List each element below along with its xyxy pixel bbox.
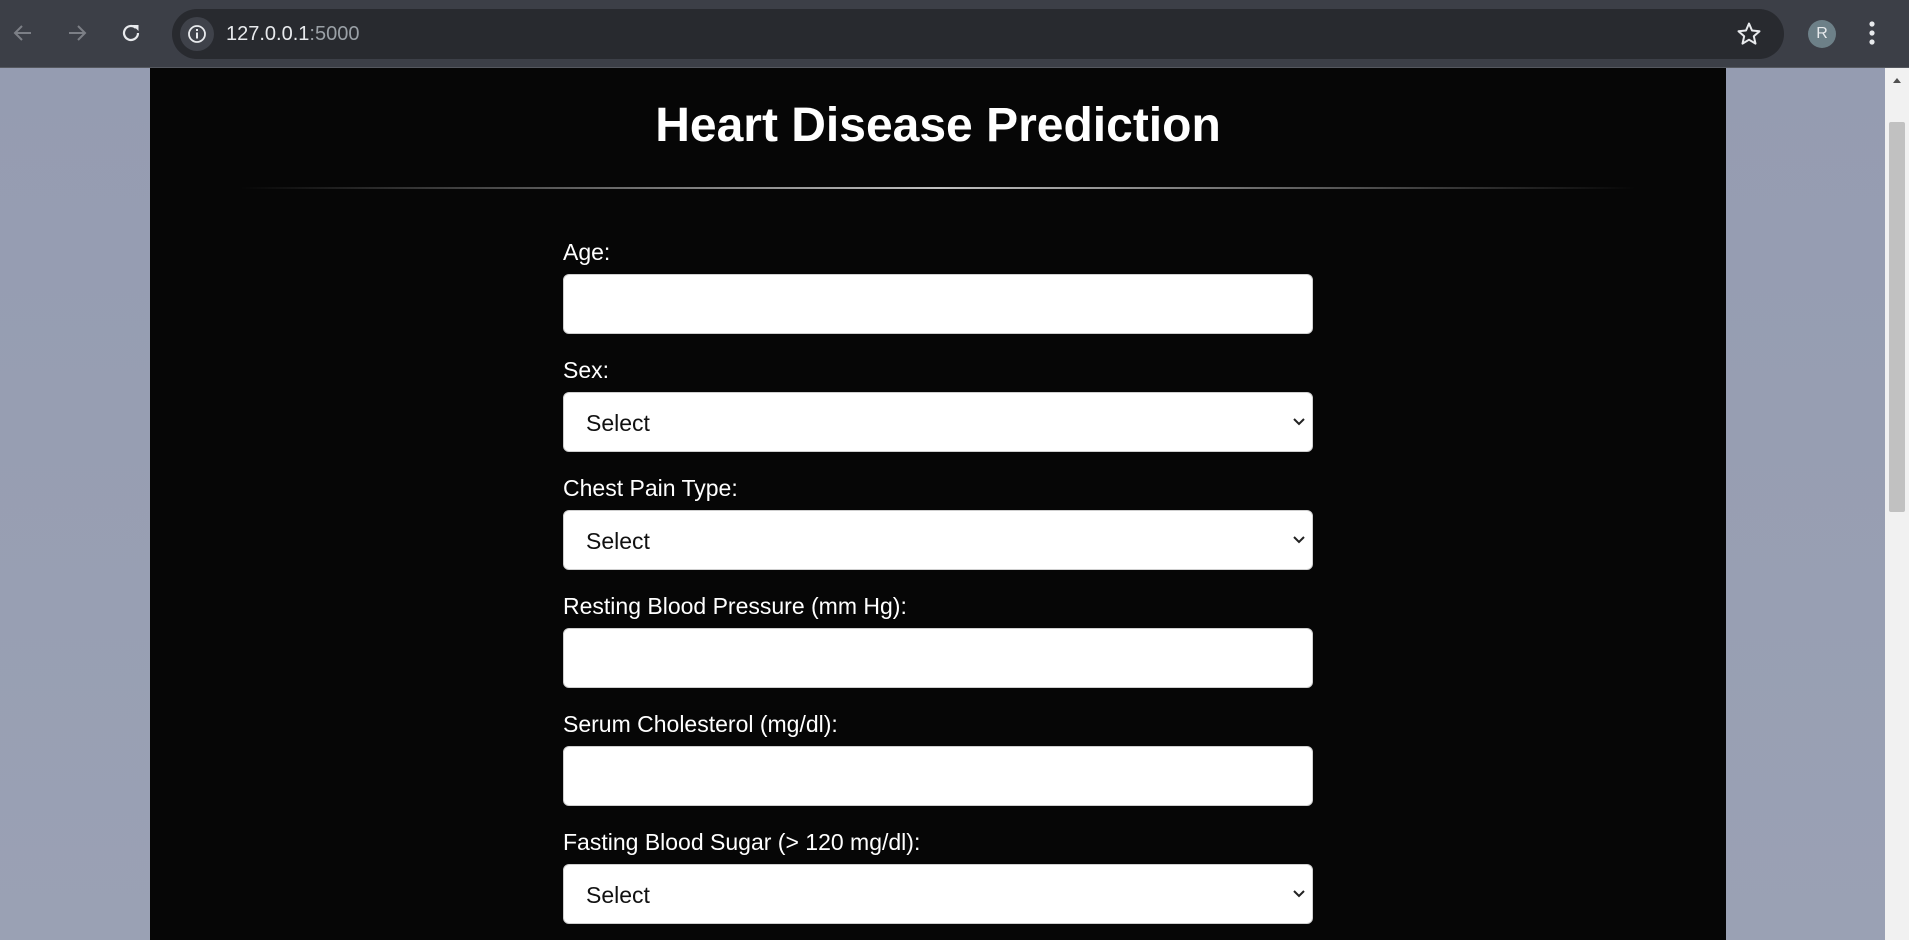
chest-pain-type-select-value: Select — [586, 528, 650, 554]
prediction-form: Age: Sex: Select Chest Pain Type: Select — [563, 238, 1313, 940]
field-fasting-blood-sugar: Fasting Blood Sugar (> 120 mg/dl): Selec… — [563, 828, 1313, 924]
chest-pain-type-label: Chest Pain Type: — [563, 475, 738, 501]
field-sex: Sex: Select — [563, 356, 1313, 452]
reload-icon — [122, 24, 140, 42]
resting-blood-pressure-label: Resting Blood Pressure (mm Hg): — [563, 593, 907, 619]
star-icon[interactable] — [1736, 21, 1762, 52]
serum-cholesterol-input[interactable] — [563, 746, 1313, 806]
scroll-up-arrow-icon — [1893, 78, 1901, 83]
field-age: Age: — [563, 238, 1313, 334]
age-label: Age: — [563, 239, 611, 265]
chevron-down-icon — [1293, 418, 1305, 426]
kebab-menu-icon[interactable] — [1866, 18, 1878, 53]
fasting-blood-sugar-label: Fasting Blood Sugar (> 120 mg/dl): — [563, 829, 921, 855]
forward-button[interactable] — [58, 14, 96, 52]
info-icon[interactable] — [180, 17, 214, 51]
back-button[interactable] — [4, 14, 42, 52]
form-container: Heart Disease Prediction Age: Sex: Selec… — [150, 68, 1726, 940]
url-host: 127.0.0.1 — [226, 23, 310, 45]
chest-pain-type-select[interactable]: Select — [563, 510, 1313, 570]
sex-select[interactable]: Select — [563, 392, 1313, 452]
age-input[interactable] — [563, 274, 1313, 334]
page-viewport: Heart Disease Prediction Age: Sex: Selec… — [0, 68, 1885, 940]
browser-toolbar: 127.0.0.1:5000 R — [0, 0, 1909, 68]
field-serum-cholesterol: Serum Cholesterol (mg/dl): — [563, 710, 1313, 806]
scrollbar-thumb[interactable] — [1889, 122, 1905, 512]
forward-icon — [69, 25, 87, 41]
title-divider — [240, 187, 1636, 189]
vertical-scrollbar[interactable] — [1885, 68, 1909, 940]
field-chest-pain-type: Chest Pain Type: Select — [563, 474, 1313, 570]
address-bar[interactable]: 127.0.0.1:5000 — [172, 9, 1784, 59]
fasting-blood-sugar-select-value: Select — [586, 882, 650, 908]
serum-cholesterol-label: Serum Cholesterol (mg/dl): — [563, 711, 838, 737]
reload-button[interactable] — [112, 14, 150, 52]
url-port: :5000 — [309, 23, 360, 45]
back-icon — [13, 25, 31, 41]
page-title: Heart Disease Prediction — [655, 99, 1221, 152]
resting-blood-pressure-input[interactable] — [563, 628, 1313, 688]
sex-label: Sex: — [563, 357, 610, 383]
scroll-up-button[interactable] — [1885, 68, 1909, 92]
avatar[interactable]: R — [1808, 20, 1836, 48]
field-resting-blood-pressure: Resting Blood Pressure (mm Hg): — [563, 592, 1313, 688]
chevron-down-icon — [1293, 536, 1305, 544]
fasting-blood-sugar-select[interactable]: Select — [563, 864, 1313, 924]
chevron-down-icon — [1293, 890, 1305, 898]
url-text[interactable]: 127.0.0.1:5000 — [226, 9, 359, 59]
sex-select-value: Select — [586, 410, 650, 436]
